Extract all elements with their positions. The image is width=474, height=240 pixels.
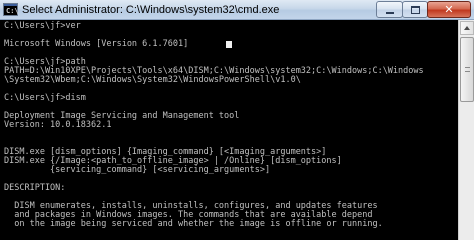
console-line: Microsoft Windows [Version 6.1.7601] <box>4 39 189 49</box>
cmd-icon-label: C:\ <box>6 7 19 15</box>
minimize-icon <box>386 12 394 14</box>
console-line: DESCRIPTION: <box>4 183 66 193</box>
maximize-button[interactable] <box>402 1 428 18</box>
text-cursor <box>226 41 232 48</box>
scrollbar-thumb[interactable] <box>460 37 474 102</box>
minimize-button[interactable] <box>376 1 403 18</box>
close-icon: ✕ <box>444 3 454 16</box>
grip-icon <box>465 67 470 72</box>
console-line: C:\Users\jf>dism <box>4 93 86 103</box>
console-line: C:\Users\jf>ver <box>4 21 81 31</box>
vertical-scrollbar[interactable] <box>458 20 474 240</box>
console-line: Version: 10.0.18362.1 <box>4 120 112 130</box>
scroll-up-arrow-icon[interactable] <box>460 21 474 35</box>
cmd-app-icon[interactable]: C:\ <box>3 3 19 16</box>
maximize-icon <box>411 6 420 14</box>
console-line: \System32\Wbem;C:\Windows\System32\Windo… <box>4 75 301 85</box>
console-line: on the image being serviced and whether … <box>4 219 383 229</box>
close-button[interactable]: ✕ <box>427 1 471 18</box>
console-output[interactable]: C:\Users\jf>ver Microsoft Windows [Versi… <box>0 20 458 240</box>
title-bar[interactable]: C:\ Select Administrator: C:\Windows\sys… <box>0 0 474 20</box>
window-title: Select Administrator: C:\Windows\system3… <box>22 4 280 16</box>
console-line: {servicing_command} [<servicing_argument… <box>4 165 271 175</box>
